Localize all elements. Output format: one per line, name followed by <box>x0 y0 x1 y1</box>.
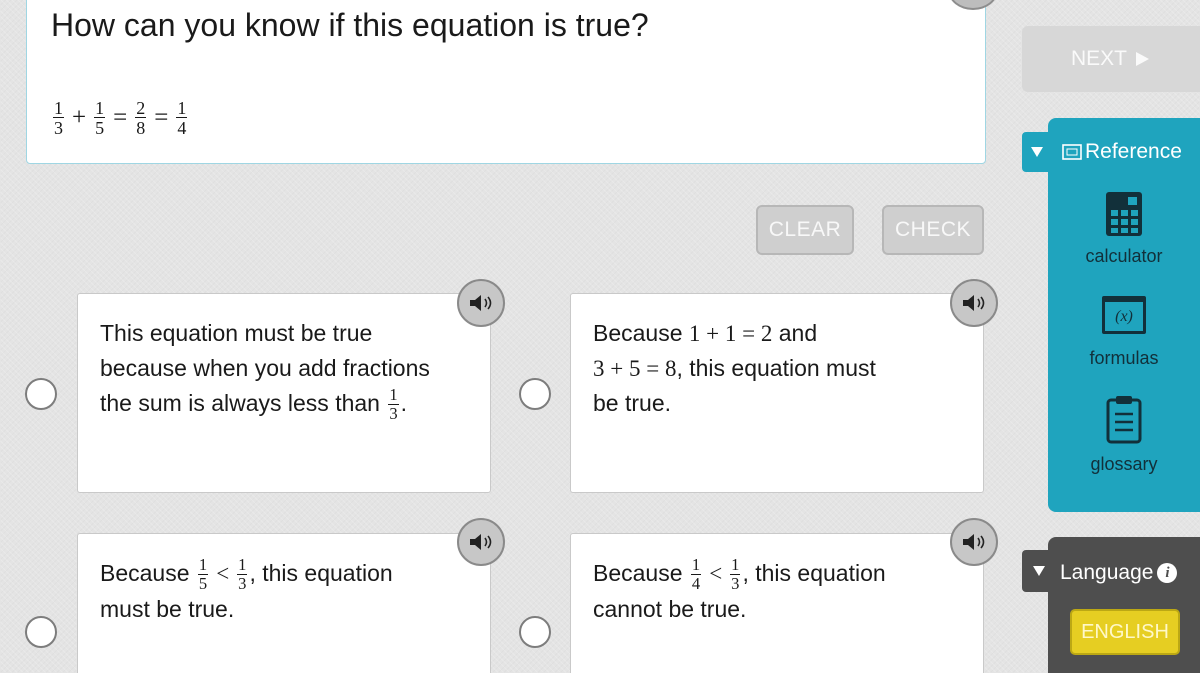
formulas-label: formulas <box>1089 348 1159 368</box>
option-b-speaker-button[interactable] <box>950 279 998 327</box>
option-d-speaker-button[interactable] <box>950 518 998 566</box>
fraction: 15 <box>94 98 106 138</box>
reference-label: Reference <box>1085 140 1182 163</box>
formulas-tool[interactable]: (x) formulas <box>1048 296 1200 369</box>
triangle-down-icon <box>1031 147 1043 157</box>
option-c-radio[interactable] <box>25 616 57 648</box>
calculator-tool[interactable]: calculator <box>1048 190 1200 267</box>
option-d-text: Because 1 4 <1 3, this equation cannot be t… <box>593 555 886 623</box>
fraction: 28 <box>135 98 147 138</box>
option-b-text: Because 1 + 1 = 2 and 3 + 5 = 8, this eq… <box>593 320 876 416</box>
option-d-card[interactable]: Because 1 4 <1 3, this equation cannot be t… <box>570 533 984 673</box>
glossary-tool[interactable]: glossary <box>1048 394 1200 475</box>
question-title: How can you know if this equation is tru… <box>51 7 649 43</box>
option-c-text: Because 1 5 <1 3, this equation must be tru… <box>100 555 393 623</box>
speaker-icon <box>470 295 492 311</box>
option-c-speaker-button[interactable] <box>457 518 505 566</box>
reference-panel: Reference calculator (x) formulas glossa… <box>1048 118 1200 512</box>
option-b-radio[interactable] <box>519 378 551 410</box>
glossary-label: glossary <box>1090 454 1158 474</box>
question-card: How can you know if this equation is tru… <box>26 0 986 164</box>
option-d-radio[interactable] <box>519 616 551 648</box>
language-panel: Language i ENGLISH <box>1048 537 1200 673</box>
fraction: 15 <box>197 555 209 593</box>
fraction: 14 <box>690 555 702 593</box>
option-a-card[interactable]: This equation must be true because when … <box>77 293 491 493</box>
calculator-label: calculator <box>1085 246 1163 266</box>
clear-button[interactable]: CLEAR <box>756 205 854 255</box>
language-collapse-toggle[interactable] <box>1022 550 1056 592</box>
calculator-icon <box>1106 192 1142 236</box>
english-button[interactable]: ENGLISH <box>1070 609 1180 655</box>
option-a-radio[interactable] <box>25 378 57 410</box>
info-icon[interactable]: i <box>1157 563 1178 583</box>
language-header[interactable]: Language i <box>1060 561 1178 585</box>
operator: = <box>113 104 128 131</box>
formulas-icon: (x) <box>1102 296 1146 334</box>
operator: = <box>154 104 169 131</box>
clipboard-icon <box>1106 396 1142 444</box>
check-button[interactable]: CHECK <box>882 205 984 255</box>
fraction: 13 <box>388 385 399 423</box>
option-c-card[interactable]: Because 1 5 <1 3, this equation must be tru… <box>77 533 491 673</box>
triangle-down-icon <box>1033 566 1045 576</box>
option-a-text: This equation must be true because when … <box>100 320 430 423</box>
next-label: NEXT <box>1070 47 1127 70</box>
option-a-speaker-button[interactable] <box>457 279 505 327</box>
option-b-card[interactable]: Because 1 + 1 = 2 and 3 + 5 = 8, this eq… <box>570 293 984 493</box>
speaker-icon <box>470 534 492 550</box>
fraction: 13 <box>730 555 741 593</box>
reference-collapse-toggle[interactable] <box>1022 132 1052 172</box>
operator: + <box>72 104 87 131</box>
fraction: 13 <box>53 98 64 138</box>
fraction: 13 <box>237 555 248 593</box>
play-icon <box>1136 52 1149 66</box>
reference-icon <box>1062 144 1082 160</box>
speaker-icon <box>963 295 985 311</box>
equation: 13 + 15 = 28 = 14 <box>51 99 189 137</box>
speaker-icon <box>963 534 985 550</box>
next-button[interactable]: NEXT <box>1022 26 1200 92</box>
language-label: Language <box>1060 561 1154 584</box>
fraction: 14 <box>176 98 188 138</box>
reference-header[interactable]: Reference <box>1062 140 1182 164</box>
